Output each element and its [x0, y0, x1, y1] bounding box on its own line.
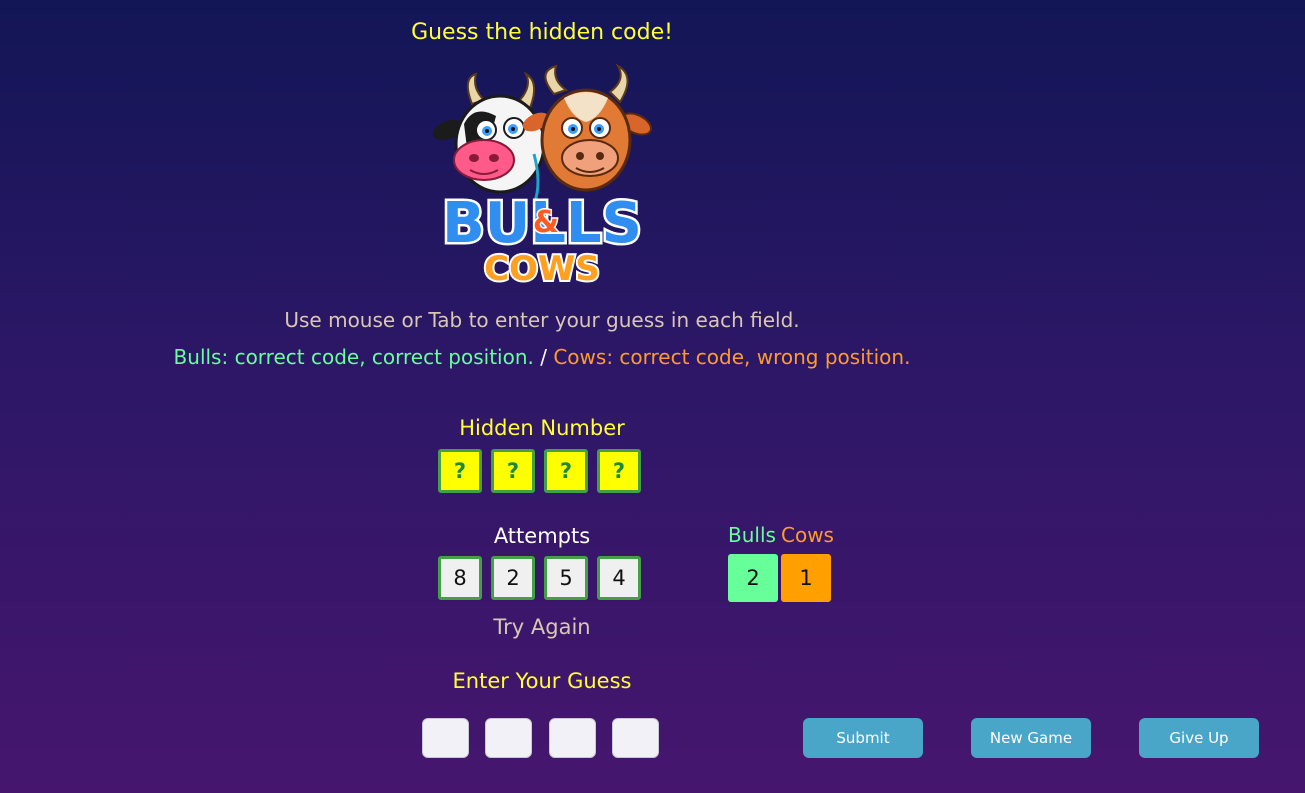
bulls-label: Bulls: [728, 523, 776, 547]
attempts-label: Attempts: [493, 524, 591, 548]
cows-count: 1: [781, 554, 831, 602]
page-title: Guess the hidden code!: [411, 20, 673, 45]
give-up-button[interactable]: Give Up: [1139, 718, 1259, 758]
hidden-digit-2: ?: [491, 449, 535, 493]
guess-digit-input-4[interactable]: [612, 718, 659, 758]
enter-guess-label: Enter Your Guess: [452, 669, 632, 693]
guess-digit-input-2[interactable]: [485, 718, 532, 758]
hidden-number-label: Hidden Number: [459, 416, 625, 440]
attempt-digit-3: 5: [544, 556, 588, 600]
hidden-digit-4: ?: [597, 449, 641, 493]
logo-cows-text: COWS: [484, 249, 600, 289]
cows-rule-text: Cows: correct code, wrong position.: [553, 345, 911, 369]
submit-button[interactable]: Submit: [803, 718, 923, 758]
attempt-digit-1: 8: [438, 556, 482, 600]
new-game-button[interactable]: New Game: [971, 718, 1091, 758]
bulls-rule-text: Bulls: correct code, correct position.: [173, 345, 534, 369]
rules-legend: Bulls: correct code, correct position. /…: [100, 345, 984, 369]
cows-label: Cows: [781, 523, 834, 547]
hidden-digit-1: ?: [438, 449, 482, 493]
attempt-status: Try Again: [493, 615, 591, 639]
rules-separator: /: [540, 345, 547, 369]
instructions-text: Use mouse or Tab to enter your guess in …: [284, 308, 800, 332]
bulls-count: 2: [728, 554, 778, 602]
hidden-digit-3: ?: [544, 449, 588, 493]
guess-digit-input-3[interactable]: [549, 718, 596, 758]
bulls-and-cows-logo: BULLS & COWS: [424, 63, 660, 294]
attempt-digit-4: 4: [597, 556, 641, 600]
guess-digit-input-1[interactable]: [422, 718, 469, 758]
attempt-digit-2: 2: [491, 556, 535, 600]
logo-ampersand: &: [533, 205, 559, 240]
